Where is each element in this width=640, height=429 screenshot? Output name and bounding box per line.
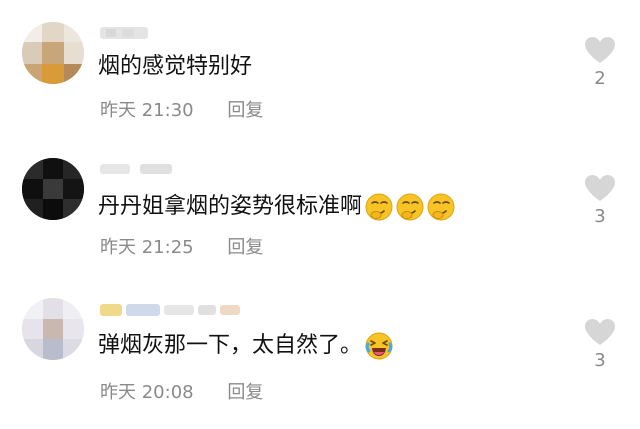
comment-text: 烟的感觉特别好	[98, 52, 252, 82]
comment-text-content: 弹烟灰那一下，太自然了。	[98, 333, 363, 358]
laughing-crying-face-emoji	[365, 332, 393, 360]
like-count: 3	[594, 350, 606, 371]
comment-time: 昨天 21:25	[100, 237, 194, 258]
smirk-face-emoji	[396, 193, 424, 221]
comment-time: 昨天 20:08	[100, 382, 194, 403]
username-blurred[interactable]	[100, 24, 148, 42]
smirk-face-emoji	[365, 193, 393, 221]
smirk-face-emoji	[427, 193, 455, 221]
avatar[interactable]	[22, 158, 84, 220]
comment-meta: 昨天 21:30 回复	[100, 96, 263, 122]
comment-meta: 昨天 21:25 回复	[100, 233, 263, 259]
heart-icon	[580, 174, 620, 202]
avatar[interactable]	[22, 22, 84, 84]
like-button[interactable]: 3	[580, 174, 620, 227]
comment-text-content: 烟的感觉特别好	[98, 54, 253, 79]
reply-button[interactable]: 回复	[227, 382, 263, 403]
comment-text: 弹烟灰那一下，太自然了。	[98, 331, 393, 361]
heart-icon	[580, 36, 620, 64]
avatar[interactable]	[22, 298, 84, 360]
comment-text-content: 丹丹姐拿烟的姿势很标准啊	[98, 194, 363, 219]
heart-icon	[580, 318, 620, 346]
comment-meta: 昨天 20:08 回复	[100, 378, 263, 404]
reply-button[interactable]: 回复	[227, 237, 263, 258]
like-count: 3	[594, 206, 606, 227]
comment-time: 昨天 21:30	[100, 100, 194, 121]
like-count: 2	[594, 68, 606, 89]
like-button[interactable]: 3	[580, 318, 620, 371]
like-button[interactable]: 2	[580, 36, 620, 89]
reply-button[interactable]: 回复	[227, 100, 263, 121]
comment-text: 丹丹姐拿烟的姿势很标准啊	[98, 192, 455, 222]
username-blurred[interactable]	[100, 160, 172, 178]
username-blurred[interactable]	[100, 301, 240, 319]
